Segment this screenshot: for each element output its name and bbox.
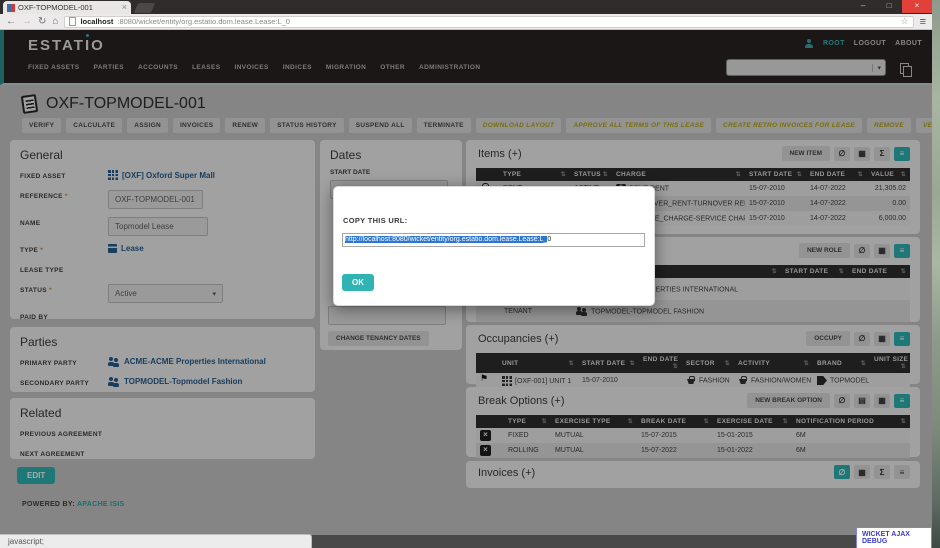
window-close-button[interactable]: × — [902, 0, 932, 13]
wicket-favicon-icon — [7, 4, 15, 12]
wicket-ajax-debug-badge[interactable]: WICKET AJAX DEBUG — [856, 527, 932, 548]
url-host: localhost — [80, 17, 113, 26]
browser-url-bar: ← → ↻ ⌂ localhost :8080/wicket/entity/or… — [0, 14, 932, 30]
selected-url-text: http://localhost:8080/wicket/entity/org.… — [345, 236, 547, 243]
new-tab-button[interactable] — [134, 3, 156, 13]
browser-status-bubble: javascript; — [0, 534, 312, 548]
url-input[interactable]: localhost :8080/wicket/entity/org.estati… — [64, 16, 913, 28]
copy-url-modal: COPY THIS URL: http://localhost:8080/wic… — [333, 186, 655, 306]
copy-url-input[interactable]: http://localhost:8080/wicket/entity/org.… — [342, 233, 645, 247]
browser-menu-icon[interactable]: ≡ — [920, 16, 926, 28]
browser-tab[interactable]: OXF-TOPMODEL-001 × — [3, 1, 131, 14]
back-icon[interactable]: ← — [6, 15, 16, 29]
page-icon — [69, 17, 76, 26]
url-rest: :8080/wicket/entity/org.estatio.dom.leas… — [117, 17, 896, 26]
tab-close-icon[interactable]: × — [122, 3, 127, 12]
forward-icon[interactable]: → — [22, 15, 32, 29]
tab-title: OXF-TOPMODEL-001 — [18, 3, 119, 12]
home-icon[interactable]: ⌂ — [52, 15, 58, 29]
window-minimize-button[interactable]: – — [850, 0, 876, 13]
bookmark-star-icon[interactable]: ☆ — [901, 16, 909, 27]
reload-icon[interactable]: ↻ — [38, 15, 46, 29]
screen: OXF-TOPMODEL-001 × – □ × ← → ↻ ⌂ localho… — [0, 0, 940, 548]
web-page: ESTATIO ROOT LOGOUT ABOUT FIXED ASSETSPA… — [0, 30, 932, 548]
desktop-edge — [932, 0, 940, 548]
window-maximize-button[interactable]: □ — [876, 0, 902, 13]
ok-button[interactable]: OK — [342, 274, 374, 291]
browser-tab-bar: OXF-TOPMODEL-001 × – □ × — [0, 0, 932, 14]
copy-url-label: COPY THIS URL: — [343, 216, 407, 225]
